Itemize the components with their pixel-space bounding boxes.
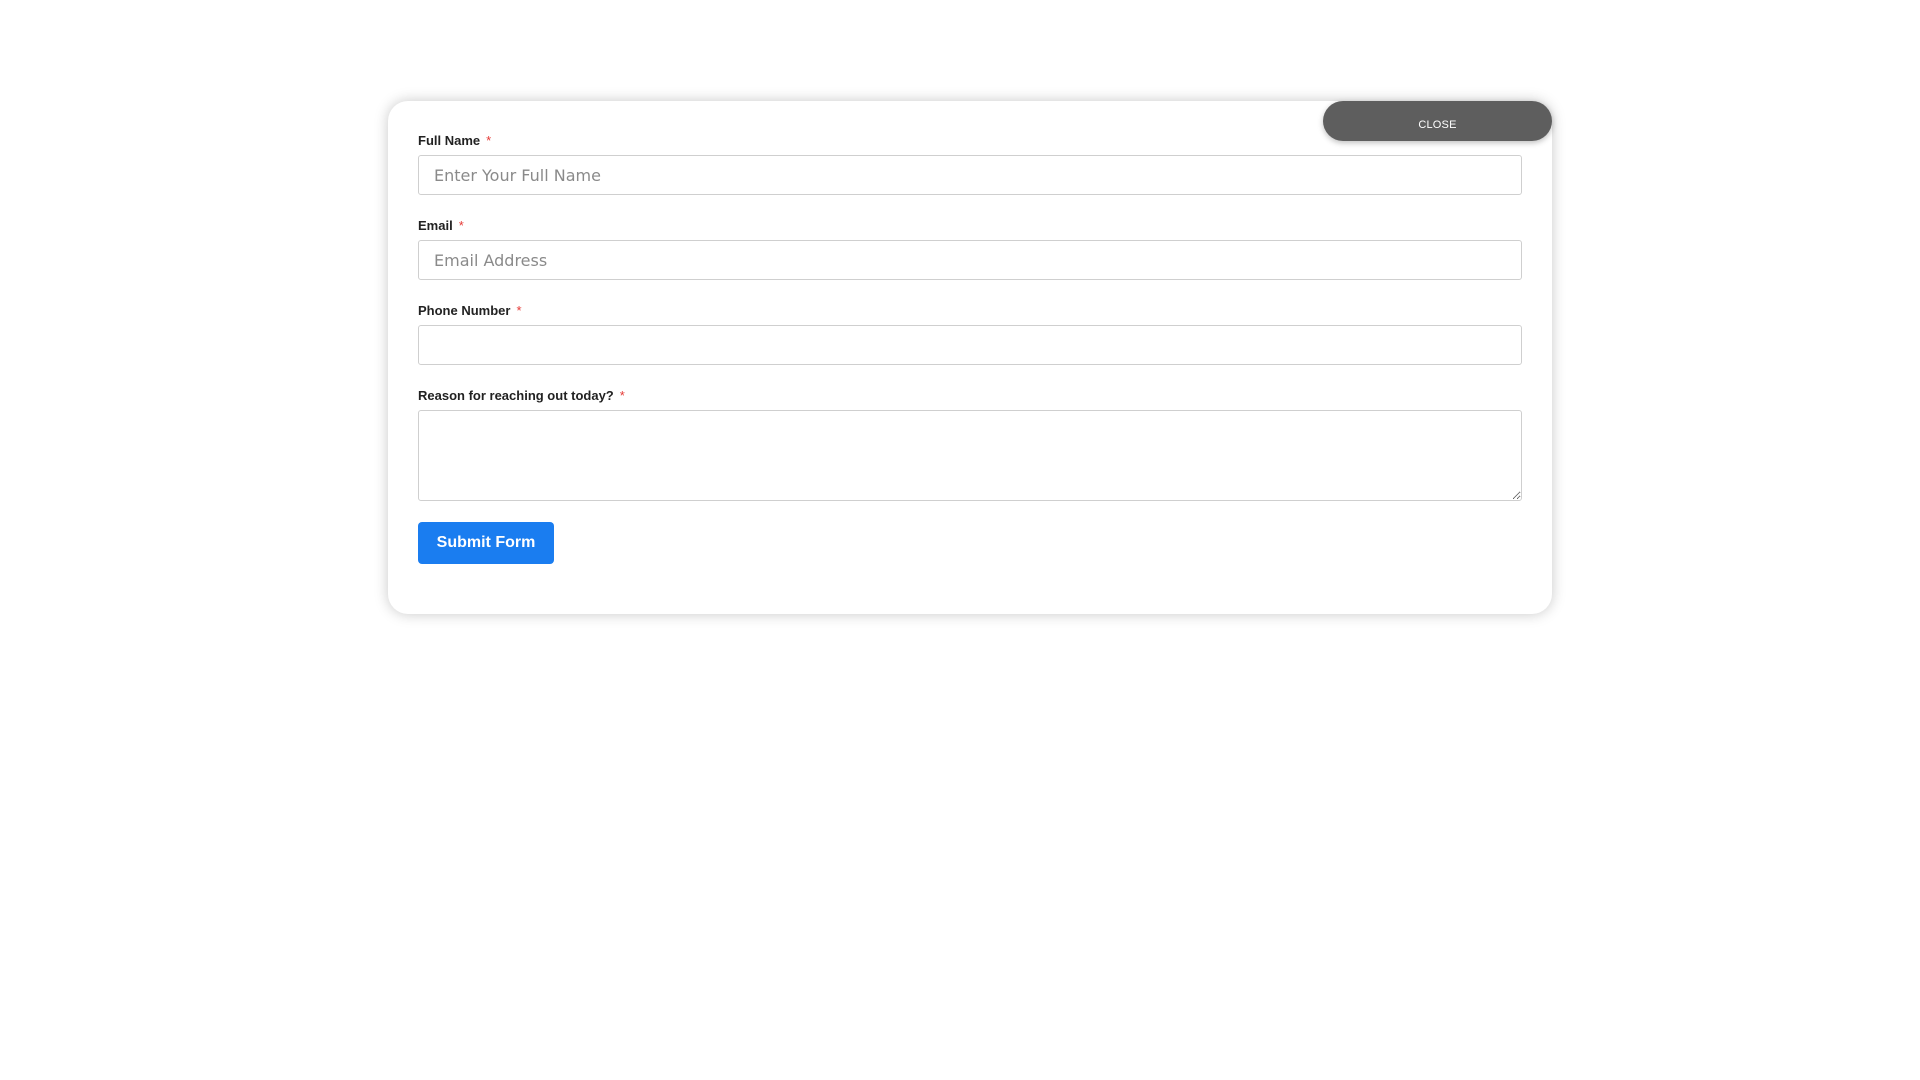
phone-number-field: Phone Number * [418,303,1522,365]
contact-form-modal: CLOSE Full Name* Email* Phone Number* Re… [388,101,1552,614]
required-mark: * [516,303,522,318]
full-name-label: Full Name * [418,133,1522,149]
full-name-label-text: Full Name [418,133,481,148]
email-label: Email * [418,218,1522,234]
reason-field: Reason for reaching out today? * [418,388,1522,501]
phone-number-label: Phone Number * [418,303,1522,319]
phone-number-label-text: Phone Number [418,303,511,318]
email-label-text: Email [418,218,453,233]
required-mark: * [486,133,492,148]
submit-form-button[interactable]: Submit Form [418,522,554,564]
required-mark: * [619,388,625,403]
reason-textarea[interactable] [418,410,1522,501]
full-name-input[interactable] [418,155,1522,195]
email-field: Email * [418,218,1522,280]
phone-number-input[interactable] [418,325,1522,365]
reason-label-text: Reason for reaching out today? [418,388,614,403]
full-name-field: Full Name * [418,133,1522,195]
email-input[interactable] [418,240,1522,280]
required-mark: * [458,218,464,233]
reason-label: Reason for reaching out today? * [418,388,1522,404]
